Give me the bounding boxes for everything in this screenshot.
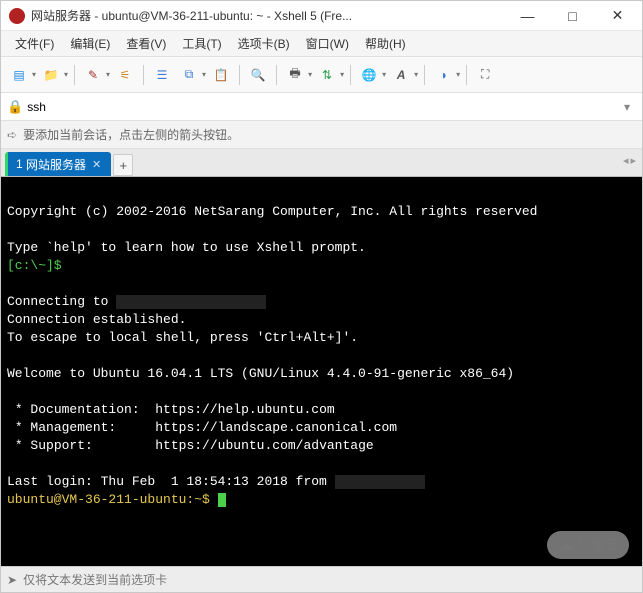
address-input[interactable] — [27, 100, 618, 114]
print-icon[interactable]: 🖶 — [283, 63, 307, 87]
menubar: 文件(F) 编辑(E) 查看(V) 工具(T) 选项卡(B) 窗口(W) 帮助(… — [1, 31, 642, 57]
command-bar: ➤ — [1, 566, 642, 592]
copy-icon[interactable]: ⧉ — [177, 63, 201, 87]
terminal-support-url: https://ubuntu.com/advantage — [155, 438, 373, 453]
terminal-doc-url: https://help.ubuntu.com — [155, 402, 334, 417]
terminal[interactable]: Copyright (c) 2002-2016 NetSarang Comput… — [1, 177, 642, 566]
toolbar-separator — [74, 65, 75, 85]
send-icon[interactable]: ➤ — [7, 573, 17, 587]
titlebar: 网站服务器 - ubuntu@VM-36-211-ubuntu: ~ - Xsh… — [1, 1, 642, 31]
menu-help[interactable]: 帮助(H) — [357, 32, 414, 55]
tab-prev-icon[interactable]: ◂ — [623, 154, 629, 167]
tab-add-button[interactable]: + — [113, 154, 133, 176]
terminal-support-label: * Support: — [7, 438, 155, 453]
terminal-help-line: Type `help' to learn how to use Xshell p… — [7, 240, 366, 255]
terminal-cursor — [218, 493, 226, 507]
hint-bar: ➪ 要添加当前会话，点击左侧的箭头按钮。 — [1, 121, 642, 149]
toolbar-separator — [276, 65, 277, 85]
redacted-from — [335, 475, 425, 489]
terminal-established: Connection established. — [7, 312, 186, 327]
address-bar: 🔒 ▾ — [1, 93, 642, 121]
terminal-doc-label: * Documentation: — [7, 402, 155, 417]
toolbar-separator — [239, 65, 240, 85]
toolbar: ▤▾ 📁▾ ✎▾ ⚟ ☰ ⧉▾ 📋 🔍 🖶▾ ⇅▾ 🌐▾ A▾ ◑▾ ⛶ — [1, 57, 642, 93]
toolbar-separator — [466, 65, 467, 85]
menu-file[interactable]: 文件(F) — [7, 32, 62, 55]
menu-window[interactable]: 窗口(W) — [298, 32, 357, 55]
terminal-copyright: Copyright (c) 2002-2016 NetSarang Comput… — [7, 204, 538, 219]
window-controls: — □ ✕ — [505, 2, 640, 30]
hint-text: 要添加当前会话，点击左侧的箭头按钮。 — [23, 126, 239, 143]
toolbar-separator — [424, 65, 425, 85]
font-icon[interactable]: A — [389, 63, 413, 87]
color-scheme-icon[interactable]: ◑ — [431, 63, 455, 87]
minimize-button[interactable]: — — [505, 2, 550, 30]
transfer-icon[interactable]: ⇅ — [315, 63, 339, 87]
new-session-icon[interactable]: ▤ — [7, 63, 31, 87]
disconnect-icon[interactable]: ⚟ — [113, 63, 137, 87]
fullscreen-icon[interactable]: ⛶ — [473, 63, 497, 87]
globe-icon[interactable]: 🌐 — [357, 63, 381, 87]
terminal-local-prompt: [c:\~]$ — [7, 258, 62, 273]
tab-label: 网站服务器 — [26, 156, 86, 173]
open-session-icon[interactable]: 📁 — [39, 63, 63, 87]
terminal-last-login: Last login: Thu Feb 1 18:54:13 2018 from — [7, 474, 335, 489]
command-input[interactable] — [23, 573, 636, 587]
properties-icon[interactable]: ☰ — [150, 63, 174, 87]
terminal-escape-hint: To escape to local shell, press 'Ctrl+Al… — [7, 330, 358, 345]
terminal-remote-prompt: ubuntu@VM-36-211-ubuntu:~$ — [7, 492, 218, 507]
terminal-connecting: Connecting to — [7, 294, 108, 309]
app-icon — [9, 8, 25, 24]
redacted-host — [116, 295, 266, 309]
reconnect-icon[interactable]: ✎ — [81, 63, 105, 87]
tab-close-icon[interactable]: ✕ — [92, 158, 101, 171]
tab-index: 1 — [16, 157, 23, 171]
menu-tools[interactable]: 工具(T) — [174, 32, 229, 55]
close-button[interactable]: ✕ — [595, 2, 640, 30]
tab-active[interactable]: 1 网站服务器 ✕ — [5, 152, 111, 176]
toolbar-separator — [143, 65, 144, 85]
terminal-welcome: Welcome to Ubuntu 16.04.1 LTS (GNU/Linux… — [7, 366, 514, 381]
toolbar-separator — [350, 65, 351, 85]
menu-view[interactable]: 查看(V) — [118, 32, 174, 55]
arrow-icon[interactable]: ➪ — [7, 128, 17, 142]
tab-nav: ◂ ▸ — [623, 154, 636, 167]
find-icon[interactable]: 🔍 — [246, 63, 270, 87]
tab-bar: 1 网站服务器 ✕ + ◂ ▸ — [1, 149, 642, 177]
window-title: 网站服务器 - ubuntu@VM-36-211-ubuntu: ~ - Xsh… — [31, 7, 505, 24]
tab-next-icon[interactable]: ▸ — [630, 154, 636, 167]
terminal-mgmt-url: https://landscape.canonical.com — [155, 420, 397, 435]
maximize-button[interactable]: □ — [550, 2, 595, 30]
terminal-mgmt-label: * Management: — [7, 420, 155, 435]
paste-icon[interactable]: 📋 — [209, 63, 233, 87]
menu-edit[interactable]: 编辑(E) — [62, 32, 118, 55]
lock-icon: 🔒 — [7, 99, 23, 115]
address-dropdown-icon[interactable]: ▾ — [618, 100, 636, 114]
menu-tabs[interactable]: 选项卡(B) — [230, 32, 298, 55]
